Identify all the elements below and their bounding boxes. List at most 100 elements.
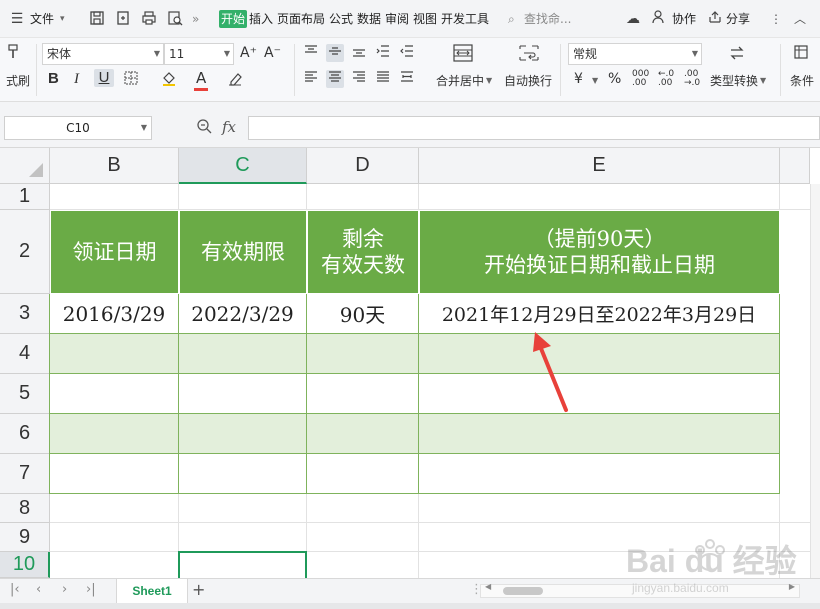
tab-home[interactable]: 开始 — [219, 10, 248, 28]
collab-button[interactable]: 协作 — [672, 10, 696, 28]
increase-font-icon[interactable]: A⁺ — [240, 44, 257, 62]
hamburger-menu-icon[interactable]: ☰ — [8, 10, 26, 28]
last-sheet-icon[interactable]: ›| — [86, 582, 96, 597]
share-icon[interactable] — [706, 10, 724, 28]
cell-d7[interactable] — [307, 454, 419, 494]
save-icon[interactable] — [88, 10, 106, 28]
cell-b2[interactable]: 领证日期 — [50, 210, 179, 294]
cell-c6[interactable] — [179, 414, 307, 454]
cell-d4[interactable] — [307, 334, 419, 374]
column-header-c[interactable]: C — [179, 148, 307, 184]
align-center-icon[interactable] — [326, 70, 344, 88]
search-icon[interactable]: ⌕ — [508, 10, 515, 28]
more-options-icon[interactable]: ⋮ — [770, 10, 782, 28]
search-input[interactable]: 查找命... — [524, 10, 571, 28]
first-sheet-icon[interactable]: |‹ — [10, 582, 20, 597]
prev-sheet-icon[interactable]: ‹ — [36, 582, 41, 597]
cell-d5[interactable] — [307, 374, 419, 414]
align-right-icon[interactable] — [350, 70, 368, 88]
vertical-scrollbar[interactable] — [810, 184, 820, 578]
cell-c4[interactable] — [179, 334, 307, 374]
format-painter-icon[interactable] — [4, 44, 22, 62]
next-sheet-icon[interactable]: › — [62, 582, 67, 597]
row-header-4[interactable]: 4 — [0, 334, 50, 374]
more-icon[interactable]: » — [192, 10, 199, 28]
selected-cell-c10[interactable] — [178, 551, 307, 581]
conditional-format-icon[interactable] — [792, 44, 810, 62]
cell-d2[interactable]: 剩余 有效天数 — [307, 210, 419, 294]
indent-icon[interactable] — [374, 44, 392, 62]
justify-icon[interactable] — [374, 70, 392, 88]
cell-e3[interactable]: 2021年12月29日至2022年3月29日 — [419, 294, 780, 334]
type-convert-icon[interactable] — [728, 44, 746, 62]
scrollbar-thumb[interactable] — [503, 587, 543, 595]
italic-button[interactable]: I — [74, 70, 79, 88]
clear-format-icon[interactable] — [226, 70, 244, 88]
row-header-5[interactable]: 5 — [0, 374, 50, 414]
cell-c7[interactable] — [179, 454, 307, 494]
type-convert-chevron-down-icon[interactable]: ▼ — [760, 72, 766, 90]
cell-e4[interactable] — [419, 334, 780, 374]
cell-b6[interactable] — [50, 414, 179, 454]
column-header-b[interactable]: B — [50, 148, 179, 184]
cell-e5[interactable] — [419, 374, 780, 414]
file-menu[interactable]: 文件 — [30, 10, 54, 28]
column-header-d[interactable]: D — [307, 148, 419, 184]
distributed-icon[interactable] — [398, 70, 416, 88]
fill-color-icon[interactable] — [160, 70, 178, 88]
tab-insert[interactable]: 插入 — [249, 10, 273, 28]
merge-chevron-down-icon[interactable]: ▼ — [486, 72, 492, 90]
collab-icon[interactable] — [650, 10, 668, 28]
tab-developer[interactable]: 开发工具 — [441, 10, 489, 28]
print-preview-icon[interactable] — [166, 10, 184, 28]
row-header-10[interactable]: 10 — [0, 552, 50, 578]
font-name-select[interactable]: 宋体 ▼ — [42, 43, 164, 65]
row-header-7[interactable]: 7 — [0, 454, 50, 494]
select-all-corner[interactable] — [0, 148, 50, 184]
merge-center-icon[interactable] — [452, 44, 474, 62]
tab-formulas[interactable]: 公式 — [329, 10, 353, 28]
merge-center-button[interactable]: 合并居中 — [436, 72, 484, 90]
thousands-separator-icon[interactable]: 000.00 — [632, 70, 649, 88]
number-format-select[interactable]: 常规 ▼ — [568, 43, 702, 65]
decrease-decimal-icon[interactable]: .00 →.0 — [684, 70, 700, 88]
scroll-left-icon[interactable]: ◀ — [485, 582, 491, 591]
wrap-text-icon[interactable] — [518, 44, 540, 62]
bold-button[interactable]: B — [48, 70, 59, 88]
share-button[interactable]: 分享 — [726, 10, 750, 28]
sheet-tab-sheet1[interactable]: Sheet1 — [116, 579, 188, 603]
row-header-9[interactable]: 9 — [0, 523, 50, 552]
align-bottom-icon[interactable] — [350, 44, 368, 62]
percent-button[interactable]: % — [608, 70, 621, 88]
align-middle-icon[interactable] — [326, 44, 344, 62]
type-convert-button[interactable]: 类型转换 — [710, 72, 758, 90]
column-header-f[interactable] — [780, 148, 810, 184]
formula-input[interactable] — [248, 116, 820, 140]
row-header-8[interactable]: 8 — [0, 494, 50, 523]
underline-button[interactable]: U — [94, 69, 114, 87]
wrap-text-button[interactable]: 自动换行 — [504, 72, 552, 90]
collapse-ribbon-icon[interactable]: ︿ — [794, 10, 806, 28]
row-header-6[interactable]: 6 — [0, 414, 50, 454]
row-header-3[interactable]: 3 — [0, 294, 50, 334]
currency-icon[interactable]: ¥ — [574, 70, 583, 88]
cloud-sync-icon[interactable]: ☁ — [624, 10, 642, 28]
align-left-icon[interactable] — [302, 70, 320, 88]
tab-review[interactable]: 审阅 — [385, 10, 409, 28]
cell-e2[interactable]: （提前90天） 开始换证日期和截止日期 — [419, 210, 780, 294]
add-sheet-button[interactable]: + — [192, 580, 205, 599]
outdent-icon[interactable] — [398, 44, 416, 62]
borders-icon[interactable] — [122, 70, 140, 88]
row-header-2[interactable]: 2 — [0, 210, 50, 294]
decrease-font-icon[interactable]: A⁻ — [264, 44, 281, 62]
font-color-icon[interactable]: A — [196, 69, 206, 87]
insert-function-button[interactable]: fx — [222, 118, 236, 136]
cell-b4[interactable] — [50, 334, 179, 374]
conditional-format-button[interactable]: 条件 — [790, 72, 814, 90]
cell-d3[interactable]: 90天 — [307, 294, 419, 334]
column-header-e[interactable]: E — [419, 148, 780, 184]
align-top-icon[interactable] — [302, 44, 320, 62]
increase-decimal-icon[interactable]: ←.0.00 — [658, 70, 674, 88]
name-box[interactable]: C10 ▼ — [4, 116, 152, 140]
cell-c2[interactable]: 有效期限 — [179, 210, 307, 294]
